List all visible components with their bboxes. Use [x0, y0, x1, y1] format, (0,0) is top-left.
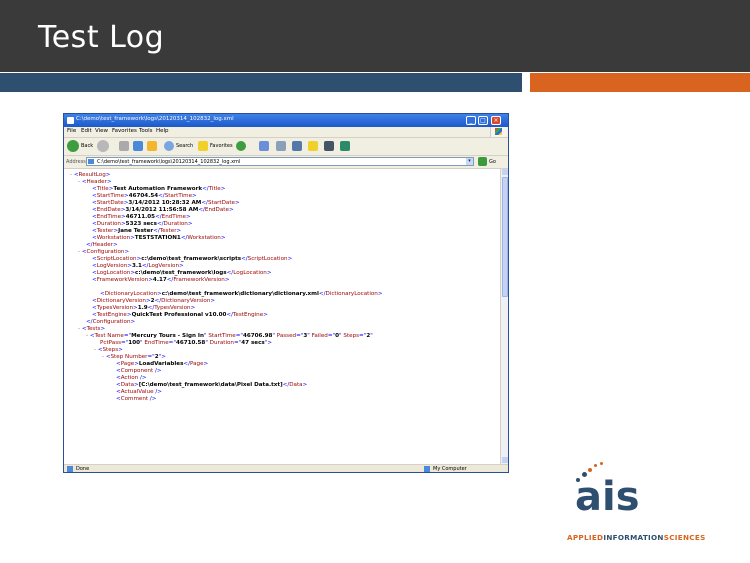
xml-line: <Duration>5323 secs</Duration> [92, 221, 193, 227]
address-bar: Address C:\demo\test_framework\logs\2012… [64, 156, 508, 169]
accent-bar-orange [530, 73, 750, 92]
xml-line: <FrameworkVersion>4.17</FrameworkVersion… [92, 277, 230, 283]
research-icon[interactable] [324, 141, 334, 151]
xml-line: - <Steps> [94, 347, 123, 353]
xml-line: - <Configuration> [78, 249, 130, 255]
accent-bar-blue [0, 73, 522, 92]
xml-line: <Title>Test Automation Framework</Title> [92, 186, 226, 192]
browser-window: C:\demo\test_framework\logs\20120314_102… [63, 113, 509, 473]
computer-icon [424, 466, 430, 472]
xml-line: <ScriptLocation>c:\demo\test_framework\s… [92, 256, 293, 262]
xml-line: <LogVersion>3.1</LogVersion> [92, 263, 184, 269]
xml-content: - <ResultLog> - <Header> <Title>Test Aut… [64, 169, 500, 464]
xml-line: <StartTime>46704.54</StartTime> [92, 193, 197, 199]
xml-line: <DictionaryLocation>c:\demo\test_framewo… [100, 291, 383, 297]
status-bar: Done My Computer [64, 464, 508, 472]
back-button[interactable]: Back [81, 143, 93, 149]
xml-line: <LogLocation>c:\demo\test_framework\logs… [92, 270, 272, 276]
xml-line: <Page>LoadVariables</Page> [116, 361, 209, 367]
xml-line: - <Step Number="2"> [102, 354, 166, 360]
windows-logo-icon [490, 127, 507, 137]
search-icon[interactable] [164, 141, 174, 151]
maximize-button[interactable]: □ [478, 116, 488, 125]
xml-line: - <Header> [78, 179, 112, 185]
address-label: Address [66, 159, 86, 165]
xml-line: <Action /> [116, 375, 147, 381]
address-field[interactable]: C:\demo\test_framework\logs\20120314_102… [86, 157, 474, 166]
edit-icon[interactable] [292, 141, 302, 151]
slide-title: Test Log [38, 20, 165, 55]
chevron-down-icon[interactable]: ▾ [466, 158, 473, 165]
menu-tools[interactable]: Tools [139, 128, 153, 134]
xml-line: - <Tests> [78, 326, 106, 332]
stop-icon[interactable] [119, 141, 129, 151]
favorites-star-icon[interactable] [198, 141, 208, 151]
scroll-up-icon[interactable] [502, 169, 508, 175]
address-value: C:\demo\test_framework\logs\20120314_102… [97, 159, 241, 165]
vertical-scrollbar[interactable] [500, 169, 508, 464]
slide-header: Test Log [0, 0, 750, 72]
window-title: C:\demo\test_framework\logs\20120314_102… [76, 116, 234, 122]
page-done-icon [67, 466, 73, 472]
status-text: Done [76, 466, 90, 472]
xml-line: </Header> [86, 242, 118, 248]
search-button[interactable]: Search [176, 143, 193, 149]
minimize-button[interactable]: _ [466, 116, 476, 125]
company-logo: ais [575, 474, 640, 520]
mail-icon[interactable] [259, 141, 269, 151]
home-icon[interactable] [147, 141, 157, 151]
xml-line: <StartDate>3/14/2012 10:28:32 AM</StartD… [92, 200, 240, 206]
page-icon [88, 159, 94, 164]
xml-line: - <ResultLog> [70, 172, 111, 178]
refresh-icon[interactable] [133, 141, 143, 151]
xml-line: <Component /> [116, 368, 162, 374]
browser-toolbar: Back Search Favorites [64, 138, 508, 156]
forward-arrow-icon[interactable] [97, 140, 109, 152]
xml-line: <TypesVersion>1.9</TypesVersion> [92, 305, 196, 311]
menu-favorites[interactable]: Favorites [112, 128, 137, 134]
favorites-button[interactable]: Favorites [210, 143, 233, 149]
xml-line: <EndTime>46711.05</EndTime> [92, 214, 191, 220]
scroll-thumb[interactable] [502, 177, 508, 297]
xml-line: <Comment /> [116, 396, 157, 402]
go-button[interactable]: Go [489, 159, 496, 165]
xml-line: <EndDate>3/14/2012 11:56:58 AM</EndDate> [92, 207, 234, 213]
history-icon[interactable] [236, 141, 246, 151]
window-titlebar: C:\demo\test_framework\logs\20120314_102… [64, 114, 508, 127]
close-button[interactable]: × [491, 116, 501, 125]
xml-line: <Data>[C:\demo\test_framework\data\Pixel… [116, 382, 308, 388]
back-arrow-icon[interactable] [67, 140, 79, 152]
xml-line: <DictionaryVersion>2</DictionaryVersion> [92, 298, 216, 304]
xml-line: <TestEngine>QuickTest Professional v10.0… [92, 312, 268, 318]
xml-line: <Workstation>TESTSTATION1</Workstation> [92, 235, 226, 241]
company-tagline: APPLIEDINFORMATIONSCIENCES [567, 533, 706, 542]
menu-file[interactable]: File [67, 128, 76, 134]
print-icon[interactable] [276, 141, 286, 151]
menu-edit[interactable]: Edit [81, 128, 92, 134]
xml-line: - <Test Name="Mercury Tours - Sign In" S… [86, 333, 373, 339]
xml-file-icon [67, 117, 74, 124]
xml-line: <Tester>Jane Tester</Tester> [92, 228, 182, 234]
status-zone: My Computer [433, 466, 467, 472]
xml-line: <ActualValue /> [116, 389, 162, 395]
xml-line: </Configuration> [86, 319, 136, 325]
menu-view[interactable]: View [95, 128, 108, 134]
go-arrow-icon[interactable] [478, 157, 487, 166]
xml-line: PctPass="100" EndTime="46710.58" Duratio… [100, 340, 273, 346]
menu-help[interactable]: Help [156, 128, 169, 134]
menu-bar: File Edit View Favorites Tools Help [64, 127, 508, 138]
messenger-icon[interactable] [340, 141, 350, 151]
folder-icon[interactable] [308, 141, 318, 151]
scroll-down-icon[interactable] [502, 457, 508, 463]
